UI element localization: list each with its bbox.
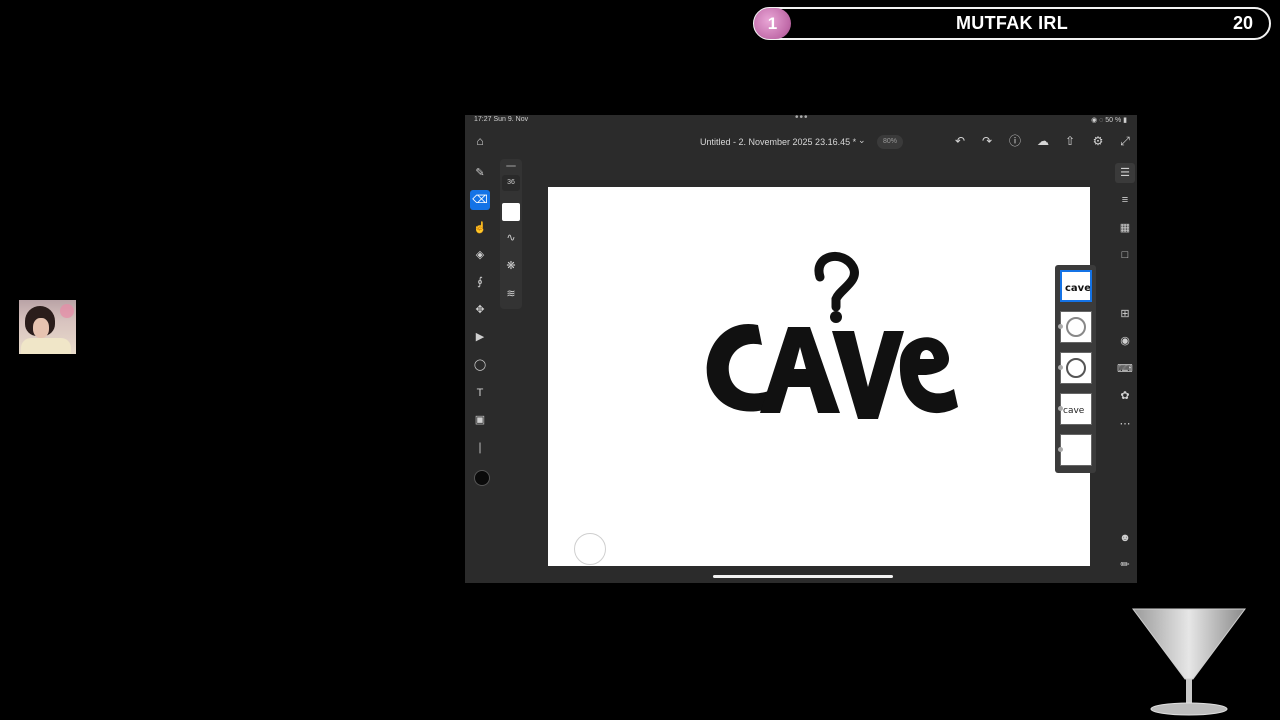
undo-icon[interactable]: ↶ <box>951 132 969 150</box>
overlay-count: 20 <box>1232 13 1253 33</box>
layer-thumbnail[interactable]: cave <box>1060 270 1092 302</box>
brush-color-swatch[interactable] <box>502 203 520 221</box>
people-icon[interactable]: ☻ <box>1115 528 1135 548</box>
brush-options-icon[interactable]: ≋ <box>502 285 520 303</box>
redo-icon[interactable]: ↷ <box>978 132 996 150</box>
stroke-icon[interactable]: ∿ <box>502 229 520 247</box>
color-swatch[interactable] <box>474 470 490 486</box>
top-toolbar: ⌂ Untitled - 2. November 2025 23.16.45 *… <box>465 129 1137 153</box>
cloud-icon[interactable]: ☁ <box>1034 132 1052 150</box>
cave-lettering <box>706 323 958 419</box>
move-tool-icon[interactable]: ✥ <box>470 300 490 320</box>
layer-properties-icon[interactable]: ⌨ <box>1115 359 1135 379</box>
status-time: 17:27 Sun 9. Nov <box>474 116 529 123</box>
blend-icon[interactable]: ✿ <box>1115 386 1135 406</box>
fill-tool-icon[interactable]: ◈ <box>470 245 490 265</box>
layer-thumbnail[interactable] <box>1058 311 1092 343</box>
layers-panel: cave cave <box>1055 265 1096 473</box>
brush-cursor <box>574 533 606 565</box>
layers-icon[interactable]: ☰ <box>1115 163 1135 183</box>
stream-overlay-bar: 1 MUTFAK IRL 20 <box>753 7 1271 40</box>
canvas-artwork <box>706 252 958 419</box>
eyedropper-icon[interactable]: ∣ <box>470 438 490 458</box>
home-icon[interactable]: ⌂ <box>471 132 489 150</box>
visibility-icon[interactable]: ◉ <box>1115 331 1135 351</box>
shape-tool-icon[interactable]: ◯ <box>470 355 490 375</box>
status-bar: 17:27 Sun 9. Nov ••• ◉ ◌ 50 % ▮ <box>465 115 1137 125</box>
brush-size[interactable]: 36 <box>502 175 520 191</box>
drawing-canvas[interactable] <box>548 187 1090 566</box>
panel-handle[interactable] <box>506 165 516 167</box>
svg-text:cave: cave <box>1063 406 1085 416</box>
zoom-level[interactable]: 80% <box>877 135 903 149</box>
ipad-screen: 17:27 Sun 9. Nov ••• ◉ ◌ 50 % ▮ ⌂ Untitl… <box>465 115 1137 583</box>
image-tool-icon[interactable]: ▣ <box>470 410 490 430</box>
fullscreen-icon[interactable]: ⤢ <box>1116 132 1134 150</box>
text-tool-icon[interactable]: T <box>470 383 490 403</box>
svg-text:cave: cave <box>1065 283 1090 294</box>
brush-settings-panel: 36 ∿ ❋ ≋ <box>500 159 522 309</box>
share-icon[interactable]: ⇧ <box>1061 132 1079 150</box>
layer-thumbnail[interactable] <box>1058 434 1092 466</box>
add-layer-icon[interactable]: ⊞ <box>1115 304 1135 324</box>
webcam-thumbnail <box>19 300 76 354</box>
martini-glass-icon <box>1132 608 1246 716</box>
adjustments-icon[interactable]: ≡ <box>1115 190 1135 210</box>
layer-thumbnail[interactable]: cave <box>1058 393 1092 425</box>
brush-tool-icon[interactable]: ✎ <box>470 163 490 183</box>
chevron-down-icon[interactable]: ⌄ <box>858 135 866 146</box>
status-indicators: ◉ ◌ 50 % ▮ <box>1091 117 1127 124</box>
eraser-tool-icon[interactable]: ⌫ <box>470 190 490 210</box>
select-tool-icon[interactable]: ▶ <box>470 327 490 347</box>
multitask-dots[interactable]: ••• <box>795 115 809 123</box>
lasso-tool-icon[interactable]: ∮ <box>470 272 490 292</box>
grid-icon[interactable]: ▦ <box>1115 218 1135 238</box>
question-mark-drawing <box>814 252 859 312</box>
comment-icon[interactable]: □ <box>1115 245 1135 265</box>
document-title[interactable]: Untitled - 2. November 2025 23.16.45 * <box>700 137 856 147</box>
help-icon[interactable]: ⓘ <box>1006 132 1024 150</box>
layer-thumbnail[interactable] <box>1058 352 1092 384</box>
brush-preset-icon[interactable]: ❋ <box>502 257 520 275</box>
gear-icon[interactable]: ⚙ <box>1089 132 1107 150</box>
ruler-icon[interactable]: ✏ <box>1115 555 1135 575</box>
overlay-title: MUTFAK IRL <box>956 13 1068 33</box>
smudge-tool-icon[interactable]: ☝ <box>470 218 490 238</box>
more-icon[interactable]: ⋯ <box>1115 414 1135 434</box>
home-indicator[interactable] <box>713 575 893 578</box>
